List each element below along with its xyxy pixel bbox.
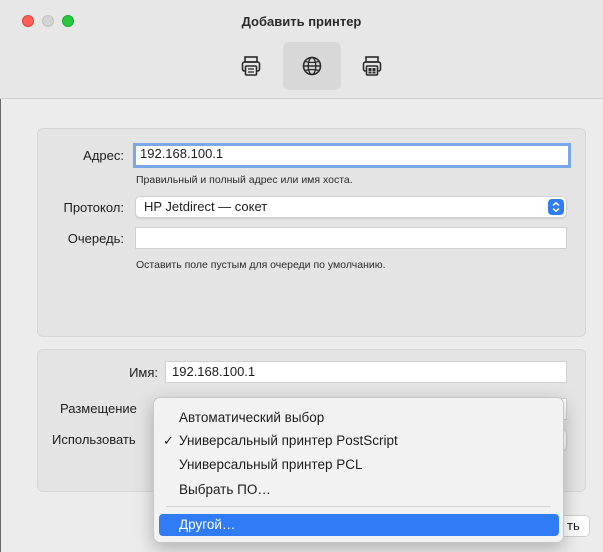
menu-separator xyxy=(166,506,551,507)
address-input[interactable]: 192.168.100.1 xyxy=(133,143,571,168)
location-label: Размещение xyxy=(60,401,137,416)
menu-item-other[interactable]: Другой… xyxy=(159,514,559,536)
protocol-select[interactable]: HP Jetdirect — сокет xyxy=(135,196,567,218)
chevron-updown-icon xyxy=(548,199,564,215)
window-edge xyxy=(0,99,1,552)
printer-icon xyxy=(241,56,261,76)
address-label: Адрес: xyxy=(83,148,124,163)
menu-item-label: Универсальный принтер PCL xyxy=(179,457,363,472)
printer-icon xyxy=(362,56,382,76)
menu-item-auto[interactable]: Автоматический выбор xyxy=(159,407,559,429)
toolbar-default-printer[interactable] xyxy=(222,42,280,90)
use-label: Использовать xyxy=(52,432,136,447)
queue-input[interactable] xyxy=(135,227,567,249)
checkmark-icon: ✓ xyxy=(163,433,174,448)
menu-item-postscript[interactable]: ✓ Универсальный принтер PostScript xyxy=(159,430,559,452)
protocol-value: HP Jetdirect — сокет xyxy=(144,199,268,214)
toolbar-ip-printer[interactable] xyxy=(283,42,341,90)
menu-item-label: Автоматический выбор xyxy=(179,410,325,425)
queue-label: Очередь: xyxy=(67,231,124,246)
name-input[interactable]: 192.168.100.1 xyxy=(165,361,567,383)
queue-hint: Оставить поле пустым для очереди по умол… xyxy=(136,259,386,271)
add-printer-window: Добавить принтер Адрес: 192.168.100.1 Пр… xyxy=(0,0,603,552)
globe-icon xyxy=(302,56,322,76)
toolbar-windows-printer[interactable] xyxy=(343,42,401,90)
menu-item-label: Другой… xyxy=(179,517,236,532)
add-button[interactable]: ть xyxy=(560,515,590,537)
protocol-label: Протокол: xyxy=(63,200,124,215)
address-hint: Правильный и полный адрес или имя хоста. xyxy=(136,174,353,186)
driver-menu: Автоматический выбор ✓ Универсальный при… xyxy=(153,397,564,543)
titlebar: Добавить принтер xyxy=(0,0,603,99)
menu-item-label: Универсальный принтер PostScript xyxy=(179,433,398,448)
menu-item-select-software[interactable]: Выбрать ПО… xyxy=(159,479,559,501)
name-label: Имя: xyxy=(129,365,158,380)
menu-item-pcl[interactable]: Универсальный принтер PCL xyxy=(159,454,559,476)
menu-item-label: Выбрать ПО… xyxy=(179,482,271,497)
window-title: Добавить принтер xyxy=(241,14,362,29)
